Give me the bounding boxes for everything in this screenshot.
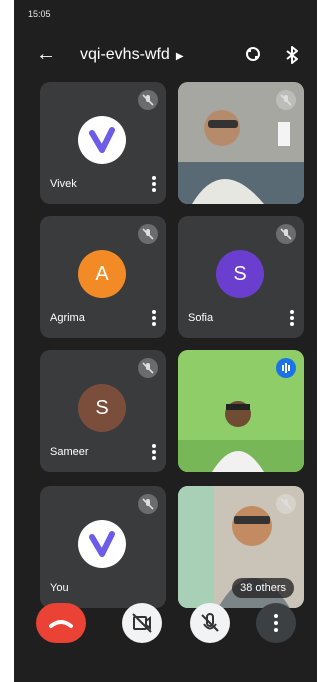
bluetooth-icon[interactable] — [284, 45, 300, 65]
participant-name: Agrima — [50, 312, 85, 324]
back-arrow-icon[interactable]: ← — [36, 44, 56, 64]
avatar: A — [78, 250, 126, 298]
avatar-logo — [78, 116, 126, 164]
mic-off-icon — [276, 494, 296, 514]
participant-tile-video-2[interactable] — [178, 350, 304, 472]
avatar: S — [78, 384, 126, 432]
end-call-button[interactable] — [36, 603, 86, 643]
mic-off-icon — [138, 358, 158, 378]
participant-name: Sameer — [50, 446, 89, 458]
more-vert-icon[interactable] — [152, 310, 156, 326]
meet-phone-screen: 15:05 ← vqi-evhs-wfd ▶ Vivek A Agrima S … — [14, 0, 317, 682]
call-controls — [14, 595, 317, 655]
more-vert-icon[interactable] — [152, 444, 156, 460]
mic-off-icon — [201, 613, 219, 632]
meeting-title[interactable]: vqi-evhs-wfd ▶ — [80, 46, 184, 64]
videocam-off-icon — [132, 613, 152, 633]
participant-tile-you[interactable]: You — [40, 486, 166, 608]
participant-tile-others[interactable]: 38 others — [178, 486, 304, 608]
more-options-button[interactable] — [256, 603, 296, 643]
switch-camera-icon[interactable] — [244, 45, 262, 63]
chevron-right-icon: ▶ — [175, 51, 184, 62]
meeting-code: vqi-evhs-wfd — [80, 46, 170, 63]
more-vert-icon[interactable] — [152, 176, 156, 192]
mic-off-icon — [138, 224, 158, 244]
mic-off-icon — [138, 494, 158, 514]
participant-tile-sameer[interactable]: S Sameer — [40, 350, 166, 472]
participant-name: Vivek — [50, 178, 77, 190]
status-time: 15:05 — [28, 9, 51, 19]
participant-tile-sofia[interactable]: S Sofia — [178, 216, 304, 338]
participant-name: Sofia — [188, 312, 214, 324]
mic-off-icon — [276, 224, 296, 244]
participant-name: You — [50, 582, 69, 594]
speaking-indicator-icon — [276, 358, 296, 378]
mic-toggle-button[interactable] — [190, 603, 230, 643]
status-bar: 15:05 — [14, 6, 317, 24]
more-vert-icon — [274, 614, 278, 632]
phone-hangup-icon — [49, 620, 73, 628]
mic-off-icon — [276, 90, 296, 110]
avatar-logo — [78, 520, 126, 568]
participant-tile-agrima[interactable]: A Agrima — [40, 216, 166, 338]
participant-tile-vivek[interactable]: Vivek — [40, 82, 166, 204]
app-bar: ← vqi-evhs-wfd ▶ — [14, 36, 317, 76]
camera-toggle-button[interactable] — [122, 603, 162, 643]
participant-tile-video-1[interactable] — [178, 82, 304, 204]
mic-off-icon — [138, 90, 158, 110]
avatar: S — [216, 250, 264, 298]
more-vert-icon[interactable] — [290, 310, 294, 326]
